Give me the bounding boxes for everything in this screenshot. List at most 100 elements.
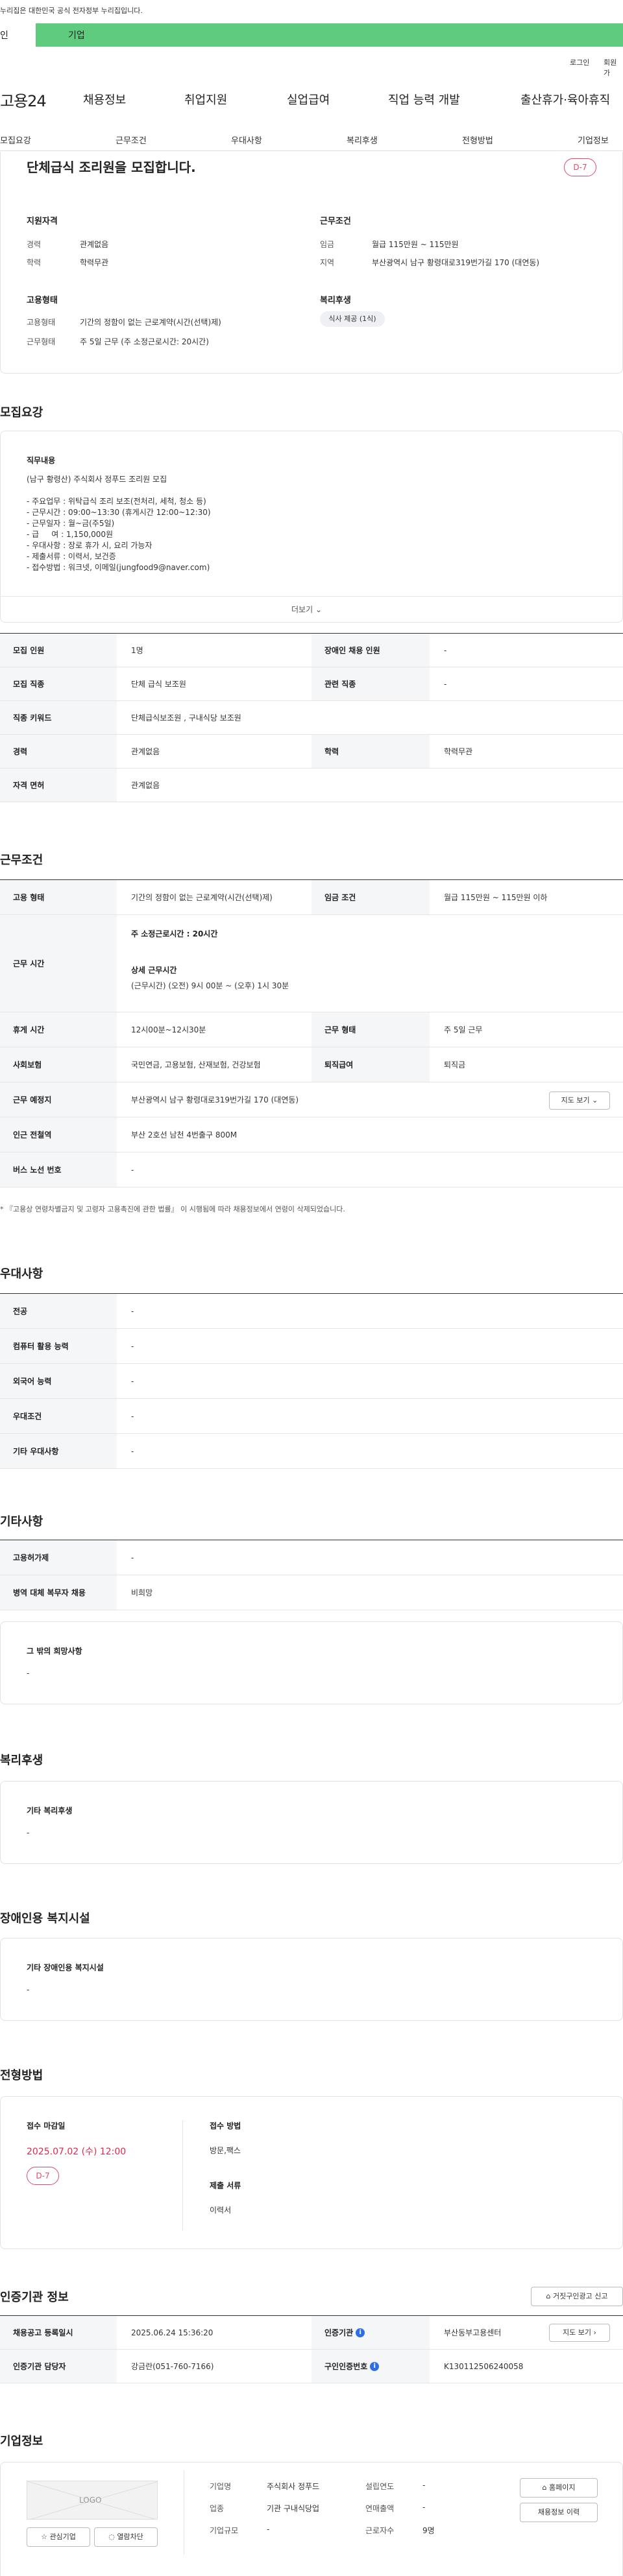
work-value-bus: - xyxy=(131,1165,134,1175)
login-link[interactable]: 로그인 xyxy=(570,57,589,67)
fav-company-button[interactable]: ☆ 관심기업 xyxy=(27,2527,90,2547)
cert-map-label: 지도 보기 xyxy=(563,2328,592,2337)
join-link[interactable]: 회원가 xyxy=(604,57,623,78)
job-title: 단체급식 조리원을 모집합니다. xyxy=(27,160,196,175)
cert-map-button[interactable]: 지도 보기 › xyxy=(549,2324,610,2342)
company-label-name: 기업명 xyxy=(210,2482,232,2491)
table-row: 채용공고 등록일시 2025.06.24 15:36:20 인증기관 i 부산동부… xyxy=(0,2316,623,2350)
pref-label-etc: 기타 우대사항 xyxy=(0,1434,117,1468)
work-value-rest: 12시00분~12시30분 xyxy=(131,1025,206,1034)
cond-value-area: 부산광역시 남구 황령대로319번가길 170 (대연동) xyxy=(372,258,540,267)
pref-label-major: 전공 xyxy=(0,1294,117,1328)
cert-label-org: 인증기관 i xyxy=(312,2316,430,2349)
company-heading: 기업정보 xyxy=(0,2435,43,2448)
lnb-item-pref[interactable]: 우대사항 xyxy=(231,134,262,146)
gnb-item-benefit[interactable]: 실업급여 xyxy=(287,91,330,108)
info-icon[interactable]: i xyxy=(370,2361,380,2371)
work-detail-heading: 상세 근무시간 xyxy=(131,966,177,975)
homepage-button[interactable]: ⌂ 홈페이지 xyxy=(520,2478,598,2498)
recruit-table: 모집 인원 1명 장애인 채용 인원 - 모집 직종 단체 급식 보조원 관련 … xyxy=(0,633,623,802)
more-divider xyxy=(1,596,622,597)
benefit-heading: 복리후생 xyxy=(0,1754,43,1767)
company-value-ind: 기관 구내식당업 xyxy=(267,2504,320,2513)
history-button[interactable]: 채용정보 이력 xyxy=(520,2503,598,2522)
emp-value-form: 주 5일 근무 (주 소정근로시간: 20시간) xyxy=(80,337,209,346)
work-label-wage: 임금 조건 xyxy=(312,880,430,914)
etc-value-military: 비희망 xyxy=(131,1588,153,1597)
work-value-loc: 부산광역시 남구 황령대로319번가길 170 (대연동) xyxy=(131,1095,299,1104)
screen-card: 접수 마감일 2025.07.02 (수) 12:00 D-7 접수 방법 방문… xyxy=(0,2096,623,2249)
disabled-heading: 장애인용 복지시설 xyxy=(0,1912,90,1926)
company-label-size: 기업규모 xyxy=(210,2526,239,2535)
recruit-label-edu: 학력 xyxy=(312,735,430,768)
table-row: 고용 형태 기간의 정함이 없는 근로계약(시간(선택)제) 임금 조건 월급 … xyxy=(0,880,623,915)
cond-label-area: 지역 xyxy=(320,258,335,267)
table-row: 외국어 능력 - xyxy=(0,1364,623,1399)
recruit-label-license: 자격 면허 xyxy=(0,769,117,802)
recruit-value-related: - xyxy=(444,679,447,689)
cond-value-wage: 월급 115만원 ~ 115만원 xyxy=(372,240,459,249)
gnb-item-leave[interactable]: 출산휴가·육아휴직 xyxy=(520,91,610,108)
lnb-item-company[interactable]: 기업정보 xyxy=(578,134,609,146)
screen-dday-badge: D-7 xyxy=(27,2167,59,2185)
work-heading: 근무조건 xyxy=(0,853,43,867)
chevron-right-icon: › xyxy=(593,2328,596,2337)
recruit-label-count: 모집 인원 xyxy=(0,634,117,667)
work-value-employ: 기간의 정함이 없는 근로계약(시간(선택)제) xyxy=(131,893,273,902)
cond-heading: 근무조건 xyxy=(320,217,351,226)
pref-value-language: - xyxy=(131,1376,134,1386)
cert-heading: 인증기관 정보 xyxy=(0,2291,69,2304)
gnb-item-support[interactable]: 취업지원 xyxy=(184,91,227,108)
table-row: 직종 키워드 단체급식보조원 , 구내식당 보조원 xyxy=(0,701,623,735)
table-row: 인근 전철역 부산 2호선 남천 4번출구 800M xyxy=(0,1117,623,1152)
work-map-button[interactable]: 지도 보기 ⌄ xyxy=(549,1091,610,1110)
etc-value-permit: - xyxy=(131,1553,134,1562)
table-row: 컴퓨터 활용 능력 - xyxy=(0,1329,623,1364)
cert-label-reg: 채용공고 등록일시 xyxy=(0,2316,117,2349)
dday-badge: D-7 xyxy=(564,158,596,176)
company-label-emp: 근로자수 xyxy=(365,2526,395,2535)
lnb-item-screen[interactable]: 전형방법 xyxy=(462,134,493,146)
gnb-item-training[interactable]: 직업 능력 개발 xyxy=(388,91,460,108)
cert-table: 채용공고 등록일시 2025.06.24 15:36:20 인증기관 i 부산동부… xyxy=(0,2315,623,2383)
site-logo[interactable]: 고용24 xyxy=(0,88,47,111)
duty-heading: 직무내용 xyxy=(27,456,56,465)
table-row: 모집 직종 단체 급식 보조원 관련 직종 - xyxy=(0,667,623,701)
emp-value-type: 기간의 정함이 없는 근로계약(시간(선택)제) xyxy=(80,318,221,327)
work-label-hours: 근무 시간 xyxy=(0,915,117,1012)
tab-individual[interactable]: 인 xyxy=(0,23,36,47)
recruit-label-disabled: 장애인 채용 인원 xyxy=(312,634,430,667)
lnb-item-recruit[interactable]: 모집요강 xyxy=(0,134,31,146)
emp-heading: 고용형태 xyxy=(27,296,58,305)
block-company-button[interactable]: ◌ 열람차단 xyxy=(94,2527,158,2547)
wish-heading: 그 밖의 희망사항 xyxy=(27,1647,82,1656)
table-row: 근무 예정지 부산광역시 남구 황령대로319번가길 170 (대연동) 지도 … xyxy=(0,1082,623,1117)
chevron-down-icon: ⌄ xyxy=(592,1096,598,1104)
screen-deadline: 2025.07.02 (수) 12:00 xyxy=(27,2147,127,2157)
work-label-employ: 고용 형태 xyxy=(0,880,117,914)
screen-method: 방문,팩스 xyxy=(210,2146,241,2155)
disabled-value: - xyxy=(27,1985,30,1994)
report-button[interactable]: ⌂ 거짓구인광고 신고 xyxy=(531,2287,623,2306)
lnb-item-benefit[interactable]: 복리후생 xyxy=(347,134,378,146)
tab-company[interactable]: 기업 xyxy=(36,23,623,47)
screen-divider xyxy=(182,2120,183,2230)
etc-label-military: 병역 대체 복무자 채용 xyxy=(0,1575,117,1610)
duty-card: 직무내용 (남구 황령산) 주식회사 정푸드 조리원 모집 - 주요업무 : 위… xyxy=(0,431,623,623)
screen-method-label: 접수 방법 xyxy=(210,2121,241,2130)
qual-label-career: 경력 xyxy=(27,240,42,249)
company-logo: LOGO xyxy=(27,2481,158,2520)
qual-heading: 지원자격 xyxy=(27,217,58,226)
table-row: 고용허가제 - xyxy=(0,1540,623,1575)
gnb-item-jobs[interactable]: 채용정보 xyxy=(83,91,126,108)
table-row: 휴게 시간 12시00분~12시30분 근무 형태 주 5일 근무 xyxy=(0,1012,623,1047)
etc-heading: 기타사항 xyxy=(0,1515,43,1529)
block-icon: ◌ xyxy=(108,2533,115,2541)
table-row: 사회보험 국민연금, 고용보험, 산재보험, 건강보험 퇴직급여 퇴직금 xyxy=(0,1047,623,1082)
lnb-item-work[interactable]: 근무조건 xyxy=(116,134,147,146)
info-icon[interactable]: i xyxy=(356,2328,365,2337)
table-row: 기타 우대사항 - xyxy=(0,1434,623,1469)
pref-value-etc: - xyxy=(131,1446,134,1456)
more-button[interactable]: 더보기 ⌄ xyxy=(291,604,322,615)
table-row: 모집 인원 1명 장애인 채용 인원 - xyxy=(0,634,623,667)
